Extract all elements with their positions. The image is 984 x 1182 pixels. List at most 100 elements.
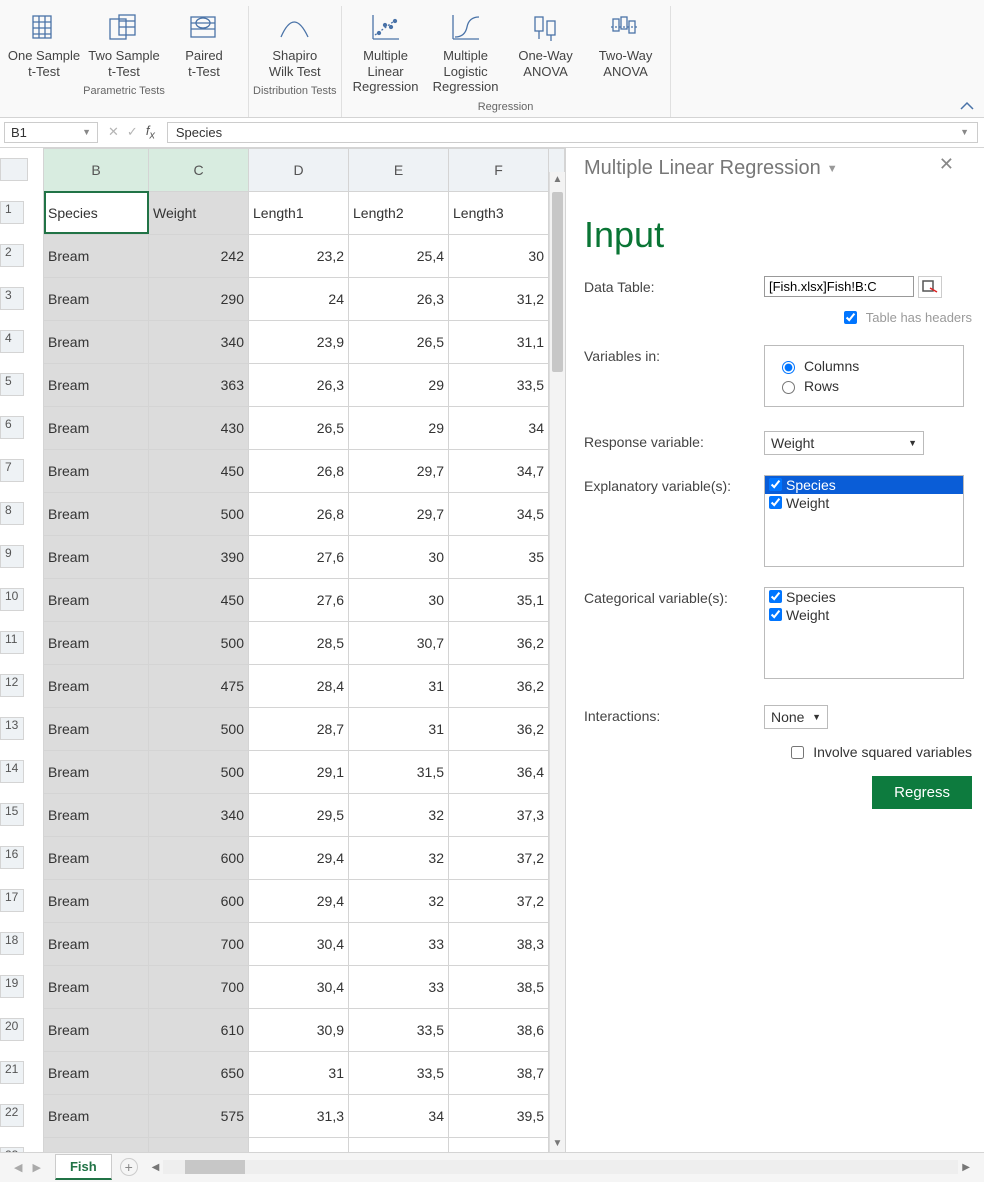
cell-D14[interactable]: 29,1	[249, 750, 349, 793]
cell-B17[interactable]: Bream	[44, 879, 149, 922]
row-header-15[interactable]: 15	[0, 803, 24, 826]
cell-C12[interactable]: 475	[149, 664, 249, 707]
add-sheet-button[interactable]: +	[120, 1158, 138, 1176]
scrollbar-thumb[interactable]	[552, 192, 563, 372]
col-header-D[interactable]: D	[249, 148, 349, 191]
cell-E19[interactable]: 33	[349, 965, 449, 1008]
fx-icon[interactable]: fx	[146, 123, 155, 142]
row-header-17[interactable]: 17	[0, 889, 24, 912]
cell-E23[interactable]: 34	[349, 1137, 449, 1152]
tab-nav-prev[interactable]: ◀	[14, 1161, 22, 1174]
cell-B9[interactable]: Bream	[44, 535, 149, 578]
list-item[interactable]: Species	[765, 588, 963, 606]
cell-E15[interactable]: 32	[349, 793, 449, 836]
ribbon-shapiro-wilk[interactable]: ShapiroWilk Test	[255, 6, 335, 83]
row-header-1[interactable]: 1	[0, 201, 24, 224]
close-icon[interactable]: ✕	[939, 154, 954, 175]
row-header-16[interactable]: 16	[0, 846, 24, 869]
has-headers-checkbox[interactable]	[844, 311, 857, 324]
cell-E13[interactable]: 31	[349, 707, 449, 750]
col-header-C[interactable]: C	[149, 148, 249, 191]
interactions-dropdown[interactable]: None ▼	[764, 705, 828, 729]
cell-B20[interactable]: Bream	[44, 1008, 149, 1051]
cell-C21[interactable]: 650	[149, 1051, 249, 1094]
horizontal-scrollbar[interactable]: ◀ ▶	[148, 1160, 974, 1174]
cell-D1[interactable]: Length1	[249, 191, 349, 234]
row-header-23[interactable]: 23	[0, 1147, 24, 1152]
cell-C17[interactable]: 600	[149, 879, 249, 922]
vertical-scrollbar[interactable]: ▲ ▼	[549, 172, 565, 1152]
cell-F12[interactable]: 36,2	[449, 664, 549, 707]
col-header-E[interactable]: E	[349, 148, 449, 191]
cell-E6[interactable]: 29	[349, 406, 449, 449]
cell-F7[interactable]: 34,7	[449, 449, 549, 492]
regress-button[interactable]: Regress	[872, 776, 972, 809]
cell-D4[interactable]: 23,9	[249, 320, 349, 363]
row-header-7[interactable]: 7	[0, 459, 24, 482]
cell-F20[interactable]: 38,6	[449, 1008, 549, 1051]
cell-C13[interactable]: 500	[149, 707, 249, 750]
cell-B2[interactable]: Bream	[44, 234, 149, 277]
cell-D18[interactable]: 30,4	[249, 922, 349, 965]
cell-C22[interactable]: 575	[149, 1094, 249, 1137]
cell-B1[interactable]: Species	[44, 191, 149, 234]
ribbon-mlogr[interactable]: Multiple LogisticRegression	[426, 6, 506, 99]
scroll-left-icon[interactable]: ◀	[148, 1162, 164, 1173]
row-header-14[interactable]: 14	[0, 760, 24, 783]
cell-F17[interactable]: 37,2	[449, 879, 549, 922]
list-item[interactable]: Weight	[765, 606, 963, 624]
cell-B4[interactable]: Bream	[44, 320, 149, 363]
cell-B22[interactable]: Bream	[44, 1094, 149, 1137]
cell-C16[interactable]: 600	[149, 836, 249, 879]
cell-E16[interactable]: 32	[349, 836, 449, 879]
cell-E5[interactable]: 29	[349, 363, 449, 406]
col-header-B[interactable]: B	[44, 148, 149, 191]
row-header-10[interactable]: 10	[0, 588, 24, 611]
cell-E1[interactable]: Length2	[349, 191, 449, 234]
radio-columns[interactable]	[782, 361, 795, 374]
cell-B23[interactable]: Bream	[44, 1137, 149, 1152]
data-table-input[interactable]	[764, 276, 914, 297]
cell-C20[interactable]: 610	[149, 1008, 249, 1051]
cell-B18[interactable]: Bream	[44, 922, 149, 965]
row-header-5[interactable]: 5	[0, 373, 24, 396]
cell-F22[interactable]: 39,5	[449, 1094, 549, 1137]
cell-D23[interactable]: 31,4	[249, 1137, 349, 1152]
cell-C6[interactable]: 430	[149, 406, 249, 449]
cell-C19[interactable]: 700	[149, 965, 249, 1008]
ribbon-one-sample-ttest[interactable]: One Samplet-Test	[4, 6, 84, 83]
row-header-22[interactable]: 22	[0, 1104, 24, 1127]
cell-E10[interactable]: 30	[349, 578, 449, 621]
cell-B21[interactable]: Bream	[44, 1051, 149, 1094]
cell-F14[interactable]: 36,4	[449, 750, 549, 793]
squared-checkbox[interactable]	[791, 746, 804, 759]
cell-E7[interactable]: 29,7	[349, 449, 449, 492]
row-header-19[interactable]: 19	[0, 975, 24, 998]
scroll-right-icon[interactable]: ▶	[958, 1162, 974, 1173]
cell-C9[interactable]: 390	[149, 535, 249, 578]
cell-F13[interactable]: 36,2	[449, 707, 549, 750]
cell-D17[interactable]: 29,4	[249, 879, 349, 922]
cell-C23[interactable]: 685	[149, 1137, 249, 1152]
ribbon-anova1[interactable]: One-WayANOVA	[506, 6, 586, 99]
cell-F4[interactable]: 31,1	[449, 320, 549, 363]
cell-B19[interactable]: Bream	[44, 965, 149, 1008]
cell-C1[interactable]: Weight	[149, 191, 249, 234]
cell-B5[interactable]: Bream	[44, 363, 149, 406]
cell-F3[interactable]: 31,2	[449, 277, 549, 320]
row-header-3[interactable]: 3	[0, 287, 24, 310]
cell-C15[interactable]: 340	[149, 793, 249, 836]
cell-E14[interactable]: 31,5	[349, 750, 449, 793]
cell-D12[interactable]: 28,4	[249, 664, 349, 707]
cell-E9[interactable]: 30	[349, 535, 449, 578]
ribbon-anova2[interactable]: Two-WayANOVA	[586, 6, 666, 99]
cell-D8[interactable]: 26,8	[249, 492, 349, 535]
cell-D16[interactable]: 29,4	[249, 836, 349, 879]
cell-E2[interactable]: 25,4	[349, 234, 449, 277]
ribbon-two-sample-ttest[interactable]: Two Samplet-Test	[84, 6, 164, 83]
sheet-tab-fish[interactable]: Fish	[55, 1154, 112, 1180]
response-dropdown[interactable]: Weight ▼	[764, 431, 924, 455]
h-scrollbar-thumb[interactable]	[185, 1160, 245, 1174]
row-header-6[interactable]: 6	[0, 416, 24, 439]
row-header-12[interactable]: 12	[0, 674, 24, 697]
